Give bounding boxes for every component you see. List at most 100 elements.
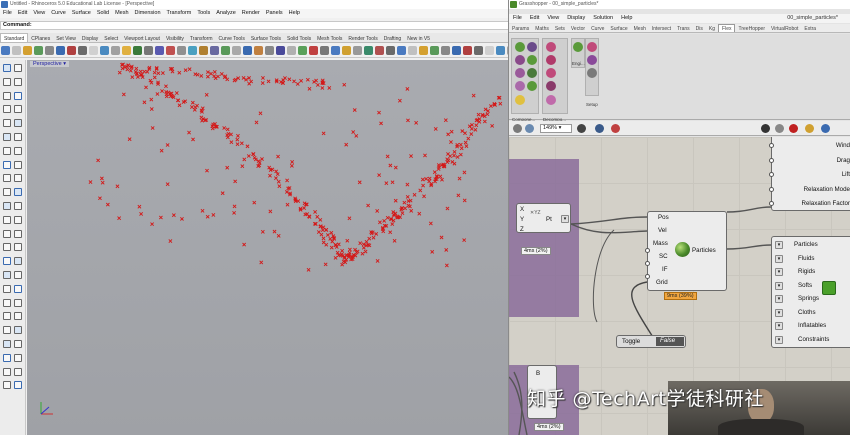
flex-particles-component[interactable]: Pos Vel Mass SC IF Grid Particles: [645, 211, 727, 291]
menu-curve[interactable]: Curve: [48, 9, 69, 18]
gh-tab-curve[interactable]: Curve: [588, 25, 607, 32]
toolbar-tool-icon[interactable]: [485, 46, 494, 55]
toolbar-tool-icon[interactable]: [419, 46, 428, 55]
gh-menu-help[interactable]: Help: [617, 14, 636, 23]
toolbar-tool-icon[interactable]: [133, 46, 142, 55]
left-tool-icon[interactable]: [3, 77, 11, 86]
left-tool-icon[interactable]: [14, 146, 22, 155]
flex-component-icon[interactable]: [527, 68, 537, 78]
toolbar-tool-icon[interactable]: [452, 46, 461, 55]
menu-analyze[interactable]: Analyze: [213, 9, 239, 18]
left-tool-icon[interactable]: [14, 91, 22, 100]
left-tool-icon[interactable]: [3, 257, 11, 266]
left-tool-icon[interactable]: [14, 188, 22, 197]
menu-file[interactable]: File: [0, 9, 15, 18]
toolbar-tool-icon[interactable]: [67, 46, 76, 55]
flex-params-component[interactable]: Wind Drag Lift Relaxation Mode Relaxation Fa…: [769, 137, 850, 211]
left-tool-icon[interactable]: [14, 271, 22, 279]
toolbar-tool-icon[interactable]: [144, 46, 153, 55]
gh-tab-trans[interactable]: Trans: [674, 25, 693, 32]
gh-tab-sets[interactable]: Sets: [552, 25, 568, 32]
left-tool-icon[interactable]: [14, 77, 22, 86]
toolbar-tool-icon[interactable]: [210, 46, 219, 55]
left-tool-icon[interactable]: [14, 119, 22, 128]
toolbar-tool-icon[interactable]: [287, 46, 296, 55]
left-tool-icon[interactable]: [3, 119, 11, 128]
tab-mesh-tools[interactable]: Mesh Tools: [314, 34, 345, 42]
toolbar-tool-icon[interactable]: [364, 46, 373, 55]
menu-dimension[interactable]: Dimension: [132, 9, 164, 18]
left-tool-icon[interactable]: [3, 381, 11, 390]
toolbar-tool-icon[interactable]: [320, 46, 329, 55]
left-tool-icon[interactable]: [3, 105, 11, 114]
toolbar-tool-icon[interactable]: [34, 46, 43, 55]
toolbar-tool-icon[interactable]: [89, 46, 98, 55]
toolbar-tool-icon[interactable]: [430, 46, 439, 55]
save-icon[interactable]: [513, 124, 522, 133]
tab-set-view[interactable]: Set View: [53, 34, 79, 42]
input-grip[interactable]: [769, 143, 774, 148]
input-expand-icon[interactable]: ▾: [775, 322, 783, 330]
toolbar-tool-icon[interactable]: [353, 46, 362, 55]
left-tool-icon[interactable]: [14, 215, 22, 224]
left-tool-icon[interactable]: [14, 298, 22, 307]
left-tool-icon[interactable]: [14, 312, 22, 321]
left-tool-icon[interactable]: [3, 326, 11, 335]
gh-tab-vector[interactable]: Vector: [568, 25, 588, 32]
gh-menu-file[interactable]: File: [509, 14, 526, 23]
input-grip[interactable]: [645, 261, 650, 266]
left-tool-icon[interactable]: [3, 160, 11, 169]
gh-menu-solution[interactable]: Solution: [589, 14, 617, 23]
menu-solid[interactable]: Solid: [94, 9, 112, 18]
input-expand-icon[interactable]: ▾: [775, 295, 783, 303]
tab-curve-tools[interactable]: Curve Tools: [216, 34, 248, 42]
left-tool-icon[interactable]: [3, 64, 11, 72]
left-tool-icon[interactable]: [14, 105, 22, 114]
gh-menu-view[interactable]: View: [543, 14, 563, 23]
flex-component-icon[interactable]: [515, 81, 525, 91]
input-expand-icon[interactable]: ▾: [775, 281, 783, 290]
toolbar-tool-icon[interactable]: [375, 46, 384, 55]
input-expand-icon[interactable]: ▾: [775, 254, 783, 263]
left-tool-icon[interactable]: [14, 64, 22, 72]
flex-component-icon[interactable]: [546, 81, 556, 91]
sketch-icon[interactable]: [611, 124, 620, 133]
output-expand-icon[interactable]: ▾: [561, 215, 569, 223]
flex-component-icon[interactable]: [587, 42, 597, 52]
toolbar-tool-icon[interactable]: [463, 46, 472, 55]
toolbar-tool-icon[interactable]: [309, 46, 318, 55]
flex-component-icon[interactable]: [587, 68, 597, 78]
toolbar-tool-icon[interactable]: [265, 46, 274, 55]
left-tool-icon[interactable]: [3, 298, 11, 307]
tab-display[interactable]: Display: [79, 34, 101, 42]
left-tool-icon[interactable]: [3, 91, 11, 100]
input-grip[interactable]: [769, 172, 774, 177]
toolbar-tool-icon[interactable]: [45, 46, 54, 55]
toolbar-tool-icon[interactable]: [474, 46, 483, 55]
left-tool-icon[interactable]: [14, 229, 22, 238]
gh-tab-surface[interactable]: Surface: [607, 25, 630, 32]
flex-component-icon[interactable]: [527, 55, 537, 65]
toolbar-tool-icon[interactable]: [386, 46, 395, 55]
left-tool-icon[interactable]: [3, 243, 11, 252]
tab-standard[interactable]: Standard: [0, 33, 29, 42]
focus-icon[interactable]: [577, 124, 586, 133]
flex-component-icon[interactable]: [587, 55, 597, 65]
input-expand-icon[interactable]: ▾: [775, 335, 783, 344]
left-tool-icon[interactable]: [3, 312, 11, 321]
preview-mode-icon[interactable]: [775, 124, 784, 133]
tab-new-in-v5[interactable]: New in V5: [404, 34, 433, 42]
left-tool-icon[interactable]: [14, 353, 22, 362]
tab-surface-tools[interactable]: Surface Tools: [248, 34, 284, 42]
input-grip[interactable]: [645, 248, 650, 253]
flex-component-icon[interactable]: [515, 55, 525, 65]
toolbar-tool-icon[interactable]: [199, 46, 208, 55]
input-expand-icon[interactable]: ▾: [775, 268, 783, 276]
left-tool-icon[interactable]: [3, 367, 11, 376]
left-tool-icon[interactable]: [14, 381, 22, 390]
left-tool-icon[interactable]: [3, 284, 11, 293]
tab-render-tools[interactable]: Render Tools: [345, 34, 380, 42]
toolbar-tool-icon[interactable]: [12, 46, 21, 55]
toolbar-tool-icon[interactable]: [298, 46, 307, 55]
input-expand-icon[interactable]: ▾: [775, 308, 783, 317]
